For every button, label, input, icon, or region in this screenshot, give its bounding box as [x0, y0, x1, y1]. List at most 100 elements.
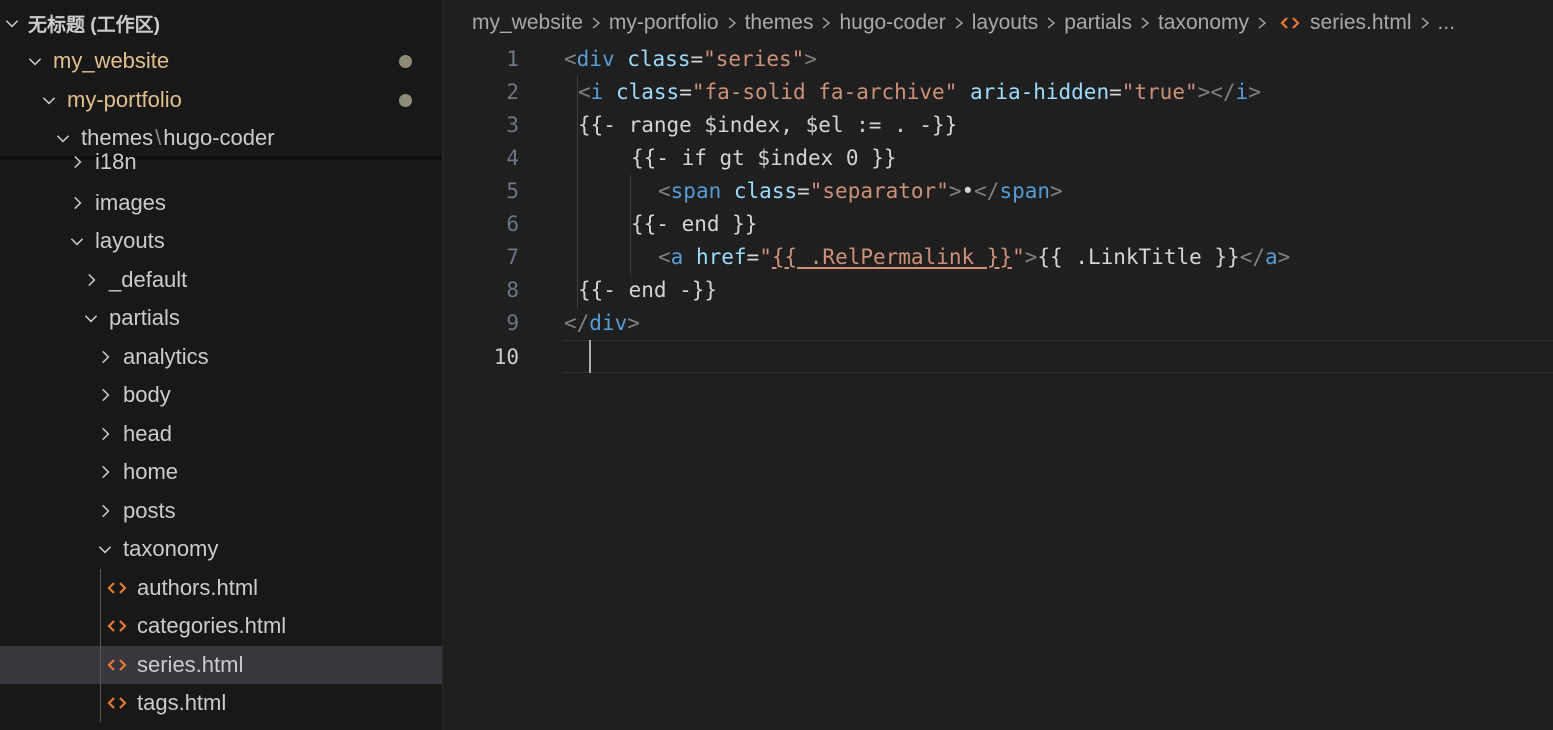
code-line: 3 {{- range $index, $el := . -}}: [443, 108, 1553, 141]
tree-item-series-html[interactable]: series.html: [0, 646, 442, 684]
tree-item-label: layouts: [95, 228, 165, 253]
line-number: 2: [506, 79, 519, 104]
line-number: 5: [506, 178, 519, 203]
line-text: {{- end }}: [631, 211, 758, 236]
html-file-icon: [1280, 15, 1300, 31]
chevron-right-icon: [726, 15, 738, 31]
tree-item-partials[interactable]: partials: [0, 299, 442, 337]
tree-item-i18n[interactable]: i18n: [0, 146, 442, 180]
tree-item-label: taxonomy: [123, 536, 219, 561]
chevron-down-icon: [53, 128, 73, 148]
tree-item-layouts[interactable]: layouts: [0, 222, 442, 260]
chevron-right-icon: [95, 347, 115, 367]
code-line: 1 <div class="series">: [443, 42, 1553, 75]
tree-item-label: partials: [109, 305, 180, 330]
line-number: 1: [506, 46, 519, 71]
chevron-right-icon: [1139, 15, 1151, 31]
modified-dot-icon: [399, 55, 412, 68]
breadcrumb-item[interactable]: themes: [745, 11, 814, 35]
workspace-header[interactable]: 无标题 (工作区): [0, 4, 442, 42]
tree-item-label: body: [123, 382, 171, 407]
tree-item-label: my-portfolio: [67, 87, 182, 112]
line-text: <div class="series">: [564, 46, 817, 71]
line-number: 3: [506, 112, 519, 137]
chevron-right-icon: [95, 462, 115, 482]
line-text: {{- if gt $index 0 }}: [631, 145, 897, 170]
tree-item-my-website[interactable]: my_website: [0, 42, 442, 80]
code-editor[interactable]: my_website my-portfolio themes hugo-code…: [443, 0, 1553, 730]
tree-item-categories-html[interactable]: categories.html: [0, 607, 442, 645]
code-line: 4 {{- if gt $index 0 }}: [443, 141, 1553, 174]
breadcrumb-file[interactable]: series.html: [1310, 11, 1412, 35]
tree-item-label: series.html: [137, 652, 244, 677]
tree-item-head[interactable]: head: [0, 415, 442, 453]
tree-item-label: home: [123, 459, 179, 484]
tree-item-body[interactable]: body: [0, 376, 442, 414]
tree-item-home[interactable]: home: [0, 453, 442, 491]
tree-item-tags-html[interactable]: tags.html: [0, 684, 442, 722]
line-text: {{- range $index, $el := . -}}: [578, 112, 958, 137]
code-line: 6 {{- end }}: [443, 207, 1553, 240]
line-text: <i class="fa-solid fa-archive" aria-hidd…: [578, 79, 1261, 104]
line-text: <span class="separator">•</span>: [658, 178, 1063, 203]
chevron-right-icon: [95, 385, 115, 405]
breadcrumb-item[interactable]: layouts: [972, 11, 1039, 35]
breadcrumb-overflow[interactable]: ...: [1438, 11, 1456, 35]
line-text: </div>: [564, 310, 640, 335]
tree-item-label: categories.html: [137, 613, 287, 638]
template-link[interactable]: {{ .RelPermalink }}: [772, 245, 1012, 269]
chevron-right-icon: [95, 501, 115, 521]
chevron-right-icon: [1419, 15, 1431, 31]
workspace-title: 无标题 (工作区): [28, 14, 160, 36]
vscode-window: 无标题 (工作区) my_website my-portfolio themes…: [0, 0, 1553, 730]
tree-item-label: authors.html: [137, 575, 259, 600]
code-line: 9 </div>: [443, 306, 1553, 339]
chevron-right-icon: [67, 193, 87, 213]
line-text: {{- end -}}: [578, 277, 718, 302]
tree-item-taxonomy[interactable]: taxonomy: [0, 530, 442, 568]
chevron-down-icon: [67, 231, 87, 251]
tree-item-posts[interactable]: posts: [0, 492, 442, 530]
code-line: 5 <span class="separator">•</span>: [443, 174, 1553, 207]
chevron-right-icon: [1256, 15, 1268, 31]
chevron-down-icon: [81, 308, 101, 328]
tree-item-default[interactable]: _default: [0, 261, 442, 299]
code-line: 7 <a href="{{ .RelPermalink }}">{{ .Link…: [443, 240, 1553, 273]
breadcrumb-item[interactable]: taxonomy: [1158, 11, 1249, 35]
html-file-icon: [106, 693, 128, 713]
chevron-right-icon: [67, 152, 87, 172]
breadcrumb-item[interactable]: partials: [1064, 11, 1132, 35]
tree-item-label: my_website: [53, 48, 170, 73]
chevron-down-icon: [95, 539, 115, 559]
chevron-right-icon: [95, 424, 115, 444]
chevron-right-icon: [820, 15, 832, 31]
chevron-down-icon: [25, 51, 45, 71]
line-number: 8: [506, 277, 519, 302]
breadcrumb-item[interactable]: my_website: [472, 11, 583, 35]
line-number: 7: [506, 244, 519, 269]
html-file-icon: [106, 616, 128, 636]
tree-item-label: posts: [123, 498, 176, 523]
chevron-right-icon: [81, 270, 101, 290]
code-line: 8 {{- end -}}: [443, 273, 1553, 306]
html-file-icon: [106, 655, 128, 675]
line-number: 9: [506, 310, 519, 335]
code-line: 2 <i class="fa-solid fa-archive" aria-hi…: [443, 75, 1553, 108]
tree-item-my-portfolio[interactable]: my-portfolio: [0, 81, 442, 119]
breadcrumb-item[interactable]: my-portfolio: [609, 11, 719, 35]
line-number: 10: [493, 344, 519, 369]
chevron-right-icon: [590, 15, 602, 31]
chevron-down-icon: [39, 90, 59, 110]
line-number: 4: [506, 145, 519, 170]
tree-item-analytics[interactable]: analytics: [0, 338, 442, 376]
tree-item-images[interactable]: images: [0, 184, 442, 222]
line-text: <a href="{{ .RelPermalink }}">{{ .LinkTi…: [658, 244, 1291, 269]
explorer-sidebar: 无标题 (工作区) my_website my-portfolio themes…: [0, 0, 443, 730]
tree-item-authors-html[interactable]: authors.html: [0, 569, 442, 607]
tree-item-label: images: [95, 190, 166, 215]
indent-guide: [100, 569, 101, 722]
chevron-right-icon: [1045, 15, 1057, 31]
breadcrumb-item[interactable]: hugo-coder: [839, 11, 945, 35]
line-number: 6: [506, 211, 519, 236]
text-cursor: [589, 340, 591, 373]
